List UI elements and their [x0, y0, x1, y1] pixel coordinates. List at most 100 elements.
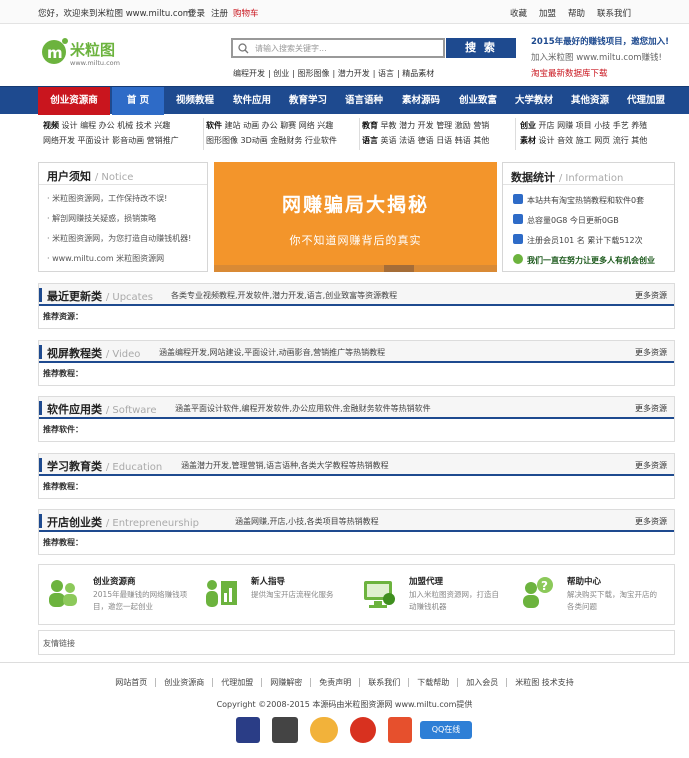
category-link[interactable]: 兴趣 [154, 121, 170, 130]
category-link[interactable]: 管理 [436, 121, 452, 130]
more-link[interactable]: 更多资源 [635, 403, 667, 414]
nav-item-agent[interactable]: 代理加盟 [618, 87, 674, 115]
feature-guide[interactable]: 新人指导 提供淘宝开店流程化服务 [203, 573, 353, 617]
category-link[interactable]: 技术 [136, 121, 152, 130]
category-link[interactable]: 影音动画 [112, 136, 144, 145]
search-button[interactable]: 搜 索 [446, 38, 516, 58]
category-link[interactable]: 潜力 [399, 121, 415, 130]
category-link[interactable]: 法语 [399, 136, 415, 145]
category-link[interactable]: 平面设计 [78, 136, 110, 145]
nav-item-partner[interactable]: 创业资源商 [38, 87, 110, 115]
emblem-badge-icon[interactable] [350, 717, 376, 743]
hot-keyword[interactable]: 编程开发 [233, 69, 265, 78]
category-link[interactable]: 网络开发 [43, 136, 75, 145]
category-link[interactable]: 编程 [80, 121, 96, 130]
category-link[interactable]: 网赚 [557, 121, 573, 130]
certification-badge-icon[interactable] [388, 717, 412, 743]
category-link[interactable]: 设计 [539, 136, 555, 145]
nav-item-video[interactable]: 视频教程 [166, 87, 224, 115]
footer-link[interactable]: 米粒图 技术支持 [507, 678, 582, 687]
footer-link[interactable]: 代理加盟 [213, 678, 263, 687]
category-link[interactable]: 施工 [576, 136, 592, 145]
category-link[interactable]: 建站 [225, 121, 241, 130]
category-link[interactable]: 视频 [43, 121, 59, 130]
category-link[interactable]: 图形图像 [206, 136, 238, 145]
hot-keyword[interactable]: 语言 [378, 69, 394, 78]
category-link[interactable]: 兴趣 [317, 121, 333, 130]
category-link[interactable]: 教育 [362, 121, 378, 130]
police-badge-icon[interactable] [236, 717, 260, 743]
category-link[interactable]: 其他 [473, 136, 489, 145]
nav-item-home[interactable]: 首 页 [112, 87, 164, 115]
footer-link[interactable]: 下载帮助 [409, 678, 459, 687]
category-link[interactable]: 机械 [117, 121, 133, 130]
category-link[interactable]: 设计 [62, 121, 78, 130]
category-link[interactable]: 网页 [594, 136, 610, 145]
category-link[interactable]: 德语 [418, 136, 434, 145]
hot-keyword[interactable]: 精品素材 [402, 69, 434, 78]
banner-slider-indicator[interactable] [384, 265, 414, 272]
category-link[interactable]: 养殖 [631, 121, 647, 130]
category-link[interactable]: 网络 [299, 121, 315, 130]
notice-item[interactable]: · 米粒图资源网，工作保持改不误! [47, 189, 191, 209]
promo-download-link[interactable]: 淘宝最新数据库下载 [531, 67, 669, 79]
promo-headline[interactable]: 2015年最好的赚钱项目，邀您加入! [531, 35, 669, 47]
category-link[interactable]: 手艺 [613, 121, 629, 130]
footer-link[interactable]: 网站首页 [107, 678, 157, 687]
hot-keyword[interactable]: 创业 [273, 69, 289, 78]
contact-link[interactable]: 联系我们 [597, 7, 631, 19]
nav-item-education[interactable]: 教育学习 [280, 87, 336, 115]
promo-line[interactable]: 加入米粒图 www.miltu.com赚钱! [531, 51, 669, 63]
hero-banner[interactable]: 网赚骗局大揭秘 你不知道网赚背后的真实 [214, 162, 497, 272]
category-link[interactable]: 开店 [539, 121, 555, 130]
footer-link[interactable]: 创业资源商 [156, 678, 214, 687]
category-link[interactable]: 办公 [99, 121, 115, 130]
category-link[interactable]: 素材 [520, 136, 536, 145]
footer-link[interactable]: 网赚解密 [262, 678, 312, 687]
site-logo[interactable]: m 米粒图 www.miltu.com [40, 36, 122, 70]
hot-keyword[interactable]: 潜力开发 [338, 69, 370, 78]
category-link[interactable]: 营销 [473, 121, 489, 130]
cart-link[interactable]: 购物车 [233, 7, 259, 19]
qq-online-button[interactable]: QQ在线 [420, 721, 472, 739]
category-link[interactable]: 音效 [557, 136, 573, 145]
feature-help[interactable]: ? 帮助中心 解决购买下载，淘宝开店的各类问题 [519, 573, 669, 617]
notice-item[interactable]: · 解剖网赚技关疑惑，损销策略 [47, 209, 191, 229]
footer-link[interactable]: 免责声明 [311, 678, 361, 687]
nav-item-textbook[interactable]: 大学教材 [506, 87, 562, 115]
hot-keyword[interactable]: 图形图像 [298, 69, 330, 78]
category-link[interactable]: 激励 [455, 121, 471, 130]
footer-link[interactable]: 加入会员 [458, 678, 508, 687]
category-link[interactable]: 日语 [436, 136, 452, 145]
category-link[interactable]: 办公 [262, 121, 278, 130]
search-input[interactable]: 请输入搜索关键字... [231, 38, 445, 58]
category-link[interactable]: 聊赛 [280, 121, 296, 130]
trust-badge-icon[interactable] [310, 717, 338, 743]
category-link[interactable]: 小技 [594, 121, 610, 130]
category-link[interactable]: 创业 [520, 121, 536, 130]
more-link[interactable]: 更多资源 [635, 290, 667, 301]
category-link[interactable]: 流行 [613, 136, 629, 145]
feature-agent[interactable]: 加盟代理 加入米粒图资源网，打造自动赚钱机器 [361, 573, 511, 617]
more-link[interactable]: 更多资源 [635, 460, 667, 471]
notice-item[interactable]: · www.miltu.com 米粒图资源网 [47, 249, 191, 269]
category-link[interactable]: 行业软件 [305, 136, 337, 145]
category-link[interactable]: 早教 [381, 121, 397, 130]
help-link[interactable]: 帮助 [568, 7, 585, 19]
notice-item[interactable]: · 米粒图资源网，为您打造自动赚钱机器! [47, 229, 191, 249]
feature-partner[interactable]: 创业资源商 2015年最赚钱的网络赚钱项目，邀您一起创业 [45, 573, 195, 617]
more-link[interactable]: 更多资源 [635, 347, 667, 358]
more-link[interactable]: 更多资源 [635, 516, 667, 527]
join-link[interactable]: 加盟 [539, 7, 556, 19]
category-link[interactable]: 动画 [243, 121, 259, 130]
category-link[interactable]: 韩语 [455, 136, 471, 145]
favorite-link[interactable]: 收藏 [510, 7, 527, 19]
category-link[interactable]: 营销推广 [147, 136, 179, 145]
footer-link[interactable]: 联系我们 [360, 678, 410, 687]
nav-item-other[interactable]: 其他资源 [562, 87, 618, 115]
category-link[interactable]: 英语 [381, 136, 397, 145]
register-link[interactable]: 注册 [211, 7, 228, 19]
category-link[interactable]: 其他 [631, 136, 647, 145]
category-link[interactable]: 开发 [418, 121, 434, 130]
nav-item-business[interactable]: 创业致富 [450, 87, 506, 115]
